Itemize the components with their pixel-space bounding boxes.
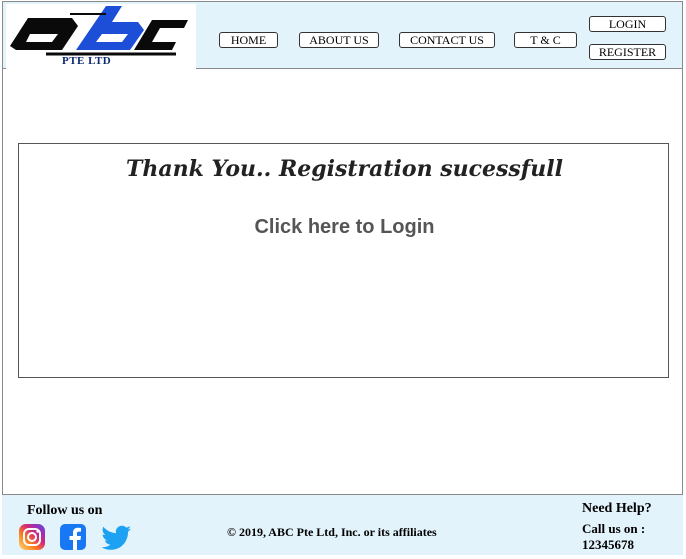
nav-home-button[interactable]: HOME [219,32,278,48]
logo-subtitle: PTE LTD [62,55,112,67]
logo[interactable]: PTE LTD [6,4,196,69]
need-help-heading: Need Help? [582,501,652,516]
confirmation-card: Thank You.. Registration sucessfull Clic… [18,143,669,378]
abc-logo-icon [10,6,188,56]
facebook-icon[interactable] [59,523,87,551]
nav-terms-button[interactable]: T & C [514,32,577,48]
login-button[interactable]: LOGIN [589,16,666,32]
footer: Follow us on © 2019, ABC Pte Ltd, Inc. o… [2,494,683,555]
follow-us-label: Follow us on [27,503,103,518]
nav-about-button[interactable]: ABOUT US [299,32,379,48]
phone-number: 12345678 [582,537,634,552]
nav-contact-button[interactable]: CONTACT US [399,32,495,48]
register-button[interactable]: REGISTER [589,44,666,60]
call-us-label: Call us on : [582,521,646,536]
copyright-text: © 2019, ABC Pte Ltd, Inc. or its affilia… [227,525,437,539]
login-link[interactable]: Click here to Login [19,216,670,239]
header: PTE LTD HOME ABOUT US CONTACT US T & C L… [2,1,683,69]
registration-success-message: Thank You.. Registration sucessfull [126,156,563,182]
instagram-icon[interactable] [18,523,46,551]
twitter-icon[interactable] [101,523,133,551]
